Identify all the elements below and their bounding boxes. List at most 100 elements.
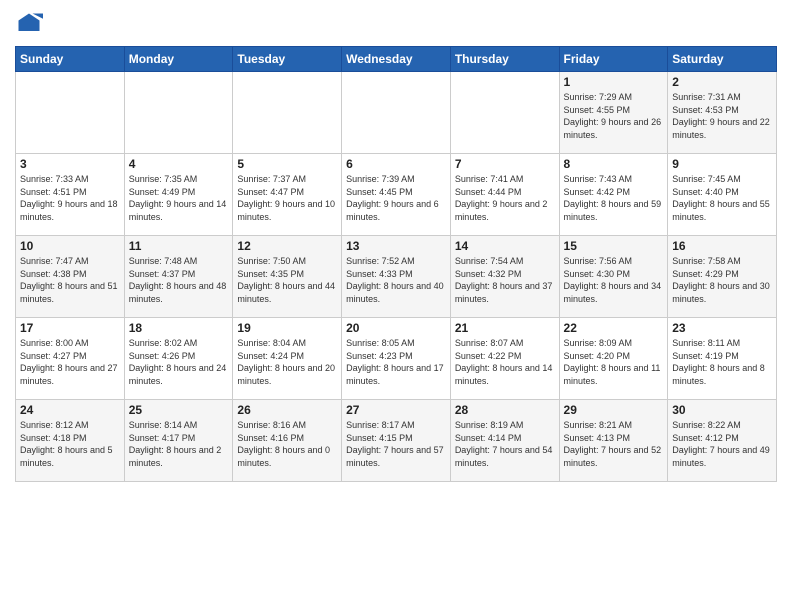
day-number: 30 <box>672 403 772 417</box>
day-info: Sunrise: 8:05 AM Sunset: 4:23 PM Dayligh… <box>346 337 446 387</box>
day-info: Sunrise: 7:58 AM Sunset: 4:29 PM Dayligh… <box>672 255 772 305</box>
day-info: Sunrise: 7:41 AM Sunset: 4:44 PM Dayligh… <box>455 173 555 223</box>
day-number: 22 <box>564 321 664 335</box>
day-info: Sunrise: 8:12 AM Sunset: 4:18 PM Dayligh… <box>20 419 120 469</box>
week-row-4: 17Sunrise: 8:00 AM Sunset: 4:27 PM Dayli… <box>16 318 777 400</box>
calendar-cell <box>342 72 451 154</box>
logo <box>15 10 47 38</box>
day-info: Sunrise: 8:16 AM Sunset: 4:16 PM Dayligh… <box>237 419 337 469</box>
day-info: Sunrise: 8:14 AM Sunset: 4:17 PM Dayligh… <box>129 419 229 469</box>
day-number: 28 <box>455 403 555 417</box>
day-number: 19 <box>237 321 337 335</box>
calendar-cell: 17Sunrise: 8:00 AM Sunset: 4:27 PM Dayli… <box>16 318 125 400</box>
day-info: Sunrise: 7:35 AM Sunset: 4:49 PM Dayligh… <box>129 173 229 223</box>
day-info: Sunrise: 7:31 AM Sunset: 4:53 PM Dayligh… <box>672 91 772 141</box>
calendar-cell: 12 Sunrise: 7:50 AM Sunset: 4:35 PM Dayli… <box>233 236 342 318</box>
day-info: Sunrise: 8:11 AM Sunset: 4:19 PM Dayligh… <box>672 337 772 387</box>
calendar-cell <box>124 72 233 154</box>
day-number: 7 <box>455 157 555 171</box>
calendar-cell: 30 Sunrise: 8:22 AM Sunset: 4:12 PM Dayli… <box>668 400 777 482</box>
calendar-cell: 3 Sunrise: 7:33 AM Sunset: 4:51 PM Daylig… <box>16 154 125 236</box>
day-number: 24 <box>20 403 120 417</box>
day-info: Sunrise: 7:48 AM Sunset: 4:37 PM Dayligh… <box>129 255 229 305</box>
day-info: Sunrise: 7:47 AM Sunset: 4:38 PM Dayligh… <box>20 255 120 305</box>
calendar-cell: 18 Sunrise: 8:02 AM Sunset: 4:26 PM Dayli… <box>124 318 233 400</box>
day-info: Sunrise: 8:04 AM Sunset: 4:24 PM Dayligh… <box>237 337 337 387</box>
calendar-cell: 9 Sunrise: 7:45 AM Sunset: 4:40 PM Daylig… <box>668 154 777 236</box>
day-info: Sunrise: 7:50 AM Sunset: 4:35 PM Dayligh… <box>237 255 337 305</box>
calendar-cell: 10 Sunrise: 7:47 AM Sunset: 4:38 PM Dayli… <box>16 236 125 318</box>
calendar-cell: 13 Sunrise: 7:52 AM Sunset: 4:33 PM Dayli… <box>342 236 451 318</box>
day-number: 11 <box>129 239 229 253</box>
calendar-table: SundayMondayTuesdayWednesdayThursdayFrid… <box>15 46 777 482</box>
weekday-header-friday: Friday <box>559 47 668 72</box>
day-info: Sunrise: 8:07 AM Sunset: 4:22 PM Dayligh… <box>455 337 555 387</box>
day-number: 10 <box>20 239 120 253</box>
calendar-cell: 19 Sunrise: 8:04 AM Sunset: 4:24 PM Dayli… <box>233 318 342 400</box>
day-number: 5 <box>237 157 337 171</box>
calendar-cell: 6 Sunrise: 7:39 AM Sunset: 4:45 PM Daylig… <box>342 154 451 236</box>
day-number: 13 <box>346 239 446 253</box>
day-number: 12 <box>237 239 337 253</box>
day-number: 18 <box>129 321 229 335</box>
calendar-cell: 4Sunrise: 7:35 AM Sunset: 4:49 PM Daylig… <box>124 154 233 236</box>
day-number: 2 <box>672 75 772 89</box>
calendar-cell <box>233 72 342 154</box>
calendar-cell: 27Sunrise: 8:17 AM Sunset: 4:15 PM Dayli… <box>342 400 451 482</box>
calendar-cell: 7 Sunrise: 7:41 AM Sunset: 4:44 PM Daylig… <box>450 154 559 236</box>
day-number: 6 <box>346 157 446 171</box>
weekday-header-thursday: Thursday <box>450 47 559 72</box>
calendar-cell: 20Sunrise: 8:05 AM Sunset: 4:23 PM Dayli… <box>342 318 451 400</box>
weekday-header-row: SundayMondayTuesdayWednesdayThursdayFrid… <box>16 47 777 72</box>
calendar-cell: 21 Sunrise: 8:07 AM Sunset: 4:22 PM Dayli… <box>450 318 559 400</box>
day-number: 26 <box>237 403 337 417</box>
calendar-cell: 28 Sunrise: 8:19 AM Sunset: 4:14 PM Dayli… <box>450 400 559 482</box>
day-info: Sunrise: 7:45 AM Sunset: 4:40 PM Dayligh… <box>672 173 772 223</box>
day-info: Sunrise: 7:52 AM Sunset: 4:33 PM Dayligh… <box>346 255 446 305</box>
calendar-cell: 26 Sunrise: 8:16 AM Sunset: 4:16 PM Dayli… <box>233 400 342 482</box>
day-info: Sunrise: 8:00 AM Sunset: 4:27 PM Dayligh… <box>20 337 120 387</box>
day-number: 23 <box>672 321 772 335</box>
header <box>15 10 777 38</box>
calendar-cell: 8Sunrise: 7:43 AM Sunset: 4:42 PM Daylig… <box>559 154 668 236</box>
day-info: Sunrise: 7:43 AM Sunset: 4:42 PM Dayligh… <box>564 173 664 223</box>
day-number: 1 <box>564 75 664 89</box>
week-row-2: 3 Sunrise: 7:33 AM Sunset: 4:51 PM Daylig… <box>16 154 777 236</box>
weekday-header-wednesday: Wednesday <box>342 47 451 72</box>
calendar-cell: 15Sunrise: 7:56 AM Sunset: 4:30 PM Dayli… <box>559 236 668 318</box>
weekday-header-saturday: Saturday <box>668 47 777 72</box>
day-info: Sunrise: 8:21 AM Sunset: 4:13 PM Dayligh… <box>564 419 664 469</box>
calendar-cell <box>450 72 559 154</box>
day-number: 21 <box>455 321 555 335</box>
calendar-cell: 24 Sunrise: 8:12 AM Sunset: 4:18 PM Dayli… <box>16 400 125 482</box>
day-info: Sunrise: 8:02 AM Sunset: 4:26 PM Dayligh… <box>129 337 229 387</box>
calendar-cell: 2 Sunrise: 7:31 AM Sunset: 4:53 PM Daylig… <box>668 72 777 154</box>
calendar-cell: 23 Sunrise: 8:11 AM Sunset: 4:19 PM Dayli… <box>668 318 777 400</box>
calendar-cell: 29 Sunrise: 8:21 AM Sunset: 4:13 PM Dayli… <box>559 400 668 482</box>
day-info: Sunrise: 7:56 AM Sunset: 4:30 PM Dayligh… <box>564 255 664 305</box>
day-info: Sunrise: 7:39 AM Sunset: 4:45 PM Dayligh… <box>346 173 446 223</box>
calendar-cell: 22 Sunrise: 8:09 AM Sunset: 4:20 PM Dayli… <box>559 318 668 400</box>
calendar-cell: 11 Sunrise: 7:48 AM Sunset: 4:37 PM Dayli… <box>124 236 233 318</box>
day-info: Sunrise: 8:22 AM Sunset: 4:12 PM Dayligh… <box>672 419 772 469</box>
day-info: Sunrise: 7:54 AM Sunset: 4:32 PM Dayligh… <box>455 255 555 305</box>
day-info: Sunrise: 8:09 AM Sunset: 4:20 PM Dayligh… <box>564 337 664 387</box>
main-container: SundayMondayTuesdayWednesdayThursdayFrid… <box>0 0 792 492</box>
day-number: 9 <box>672 157 772 171</box>
day-info: Sunrise: 7:37 AM Sunset: 4:47 PM Dayligh… <box>237 173 337 223</box>
day-info: Sunrise: 7:33 AM Sunset: 4:51 PM Dayligh… <box>20 173 120 223</box>
day-info: Sunrise: 8:19 AM Sunset: 4:14 PM Dayligh… <box>455 419 555 469</box>
day-number: 29 <box>564 403 664 417</box>
weekday-header-tuesday: Tuesday <box>233 47 342 72</box>
calendar-cell: 1 Sunrise: 7:29 AM Sunset: 4:55 PM Daylig… <box>559 72 668 154</box>
day-number: 3 <box>20 157 120 171</box>
week-row-5: 24 Sunrise: 8:12 AM Sunset: 4:18 PM Dayli… <box>16 400 777 482</box>
day-info: Sunrise: 7:29 AM Sunset: 4:55 PM Dayligh… <box>564 91 664 141</box>
calendar-cell: 14 Sunrise: 7:54 AM Sunset: 4:32 PM Dayli… <box>450 236 559 318</box>
day-number: 14 <box>455 239 555 253</box>
weekday-header-monday: Monday <box>124 47 233 72</box>
calendar-cell: 5 Sunrise: 7:37 AM Sunset: 4:47 PM Daylig… <box>233 154 342 236</box>
calendar-cell: 16Sunrise: 7:58 AM Sunset: 4:29 PM Dayli… <box>668 236 777 318</box>
weekday-header-sunday: Sunday <box>16 47 125 72</box>
day-number: 25 <box>129 403 229 417</box>
